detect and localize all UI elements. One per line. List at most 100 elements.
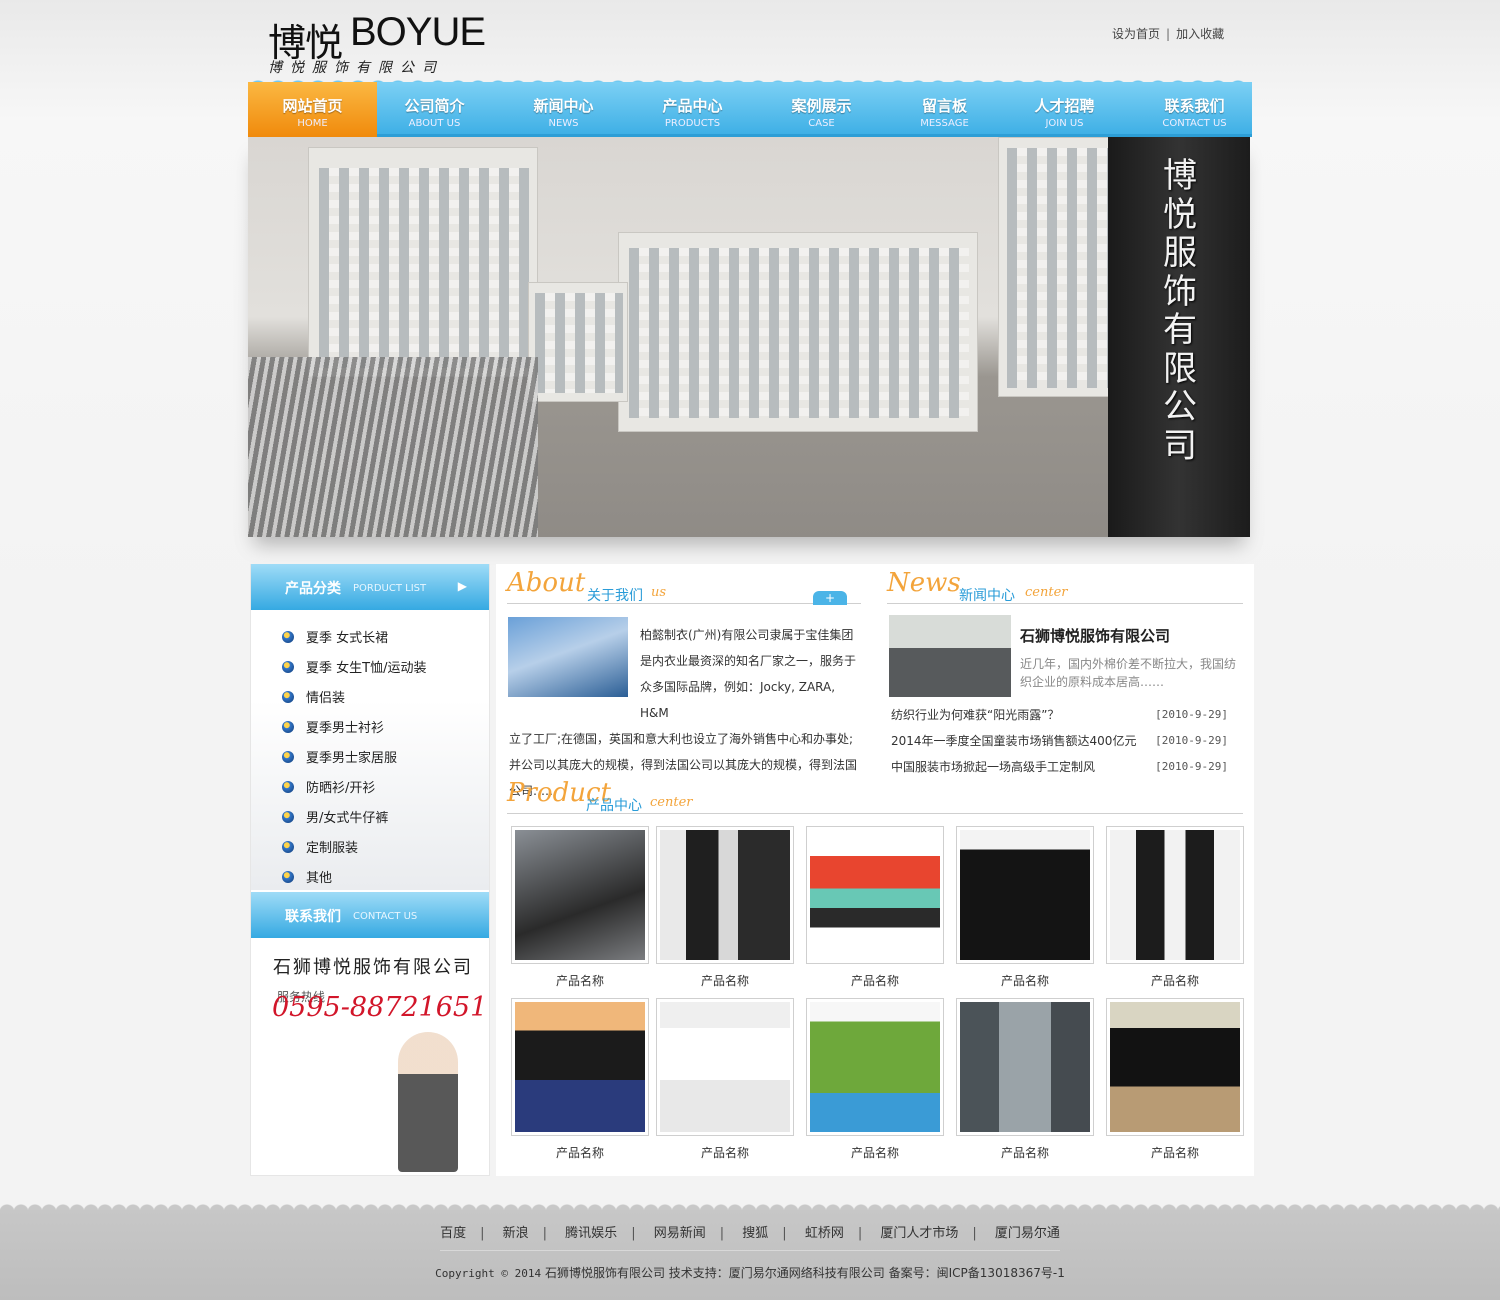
product-card[interactable]: 产品名称 xyxy=(1106,826,1244,989)
product-name[interactable]: 产品名称 xyxy=(656,1144,794,1161)
product-thumbnail[interactable] xyxy=(956,998,1094,1136)
product-name[interactable]: 产品名称 xyxy=(806,1144,944,1161)
product-thumbnail[interactable] xyxy=(656,998,794,1136)
banner-sign-text: 博悦服饰有限公司 xyxy=(1163,156,1197,466)
product-thumbnail[interactable] xyxy=(806,998,944,1136)
about-big-title: About xyxy=(507,568,586,598)
product-card[interactable]: 产品名称 xyxy=(806,998,944,1161)
product-card[interactable]: 产品名称 xyxy=(656,998,794,1161)
nav-sublabel: NEWS xyxy=(548,118,579,129)
product-thumbnail[interactable] xyxy=(1106,998,1244,1136)
banner-gate xyxy=(248,357,538,537)
product-image xyxy=(660,830,790,960)
product-image xyxy=(960,1002,1090,1132)
news-headline[interactable]: 石狮博悦服饰有限公司 xyxy=(1020,625,1170,646)
category-item[interactable]: 情侣装 xyxy=(282,684,482,714)
product-card[interactable]: 产品名称 xyxy=(806,826,944,989)
products-subtitle: center xyxy=(650,795,693,810)
user-icon xyxy=(282,631,294,643)
arrow-right-icon[interactable]: ▶ xyxy=(458,579,467,593)
footer-link[interactable]: 厦门易尔通 xyxy=(995,1226,1060,1241)
footer-link[interactable]: 新浪 xyxy=(503,1226,529,1241)
category-label: 防晒衫/开衫 xyxy=(306,781,376,796)
product-name[interactable]: 产品名称 xyxy=(956,972,1094,989)
product-thumbnail[interactable] xyxy=(656,826,794,964)
footer-separator: | xyxy=(972,1226,977,1241)
contact-header: 联系我们 CONTACT US xyxy=(251,892,489,938)
about-text: 柏懿制衣(广州)有限公司隶属于宝佳集团 是内衣业最资深的知名厂家之一，服务于 众… xyxy=(509,622,861,804)
category-label: 定制服装 xyxy=(306,841,359,856)
product-thumbnail[interactable] xyxy=(1106,826,1244,964)
category-item[interactable]: 夏季 女式长裙 xyxy=(282,624,482,654)
product-name[interactable]: 产品名称 xyxy=(656,972,794,989)
category-item[interactable]: 其他 xyxy=(282,864,482,894)
category-item[interactable]: 夏季男士家居服 xyxy=(282,744,482,774)
about-subtitle: us xyxy=(651,585,667,600)
user-icon xyxy=(282,751,294,763)
footer-link[interactable]: 网易新闻 xyxy=(654,1226,706,1241)
product-thumbnail[interactable] xyxy=(511,998,649,1136)
product-card[interactable]: 产品名称 xyxy=(956,998,1094,1161)
news-subtitle: center xyxy=(1025,585,1068,600)
product-card[interactable]: 产品名称 xyxy=(1106,998,1244,1161)
nav-label: 案例展示 xyxy=(791,97,852,115)
news-item[interactable]: 2014年一季度全国童装市场销售额达400亿元 [2010-9-29] xyxy=(891,728,1236,754)
contact-subtitle: CONTACT US xyxy=(353,911,418,922)
nav-sublabel: CONTACT US xyxy=(1162,118,1227,129)
footer-separator: | xyxy=(480,1226,485,1241)
nav-item-case[interactable]: 案例展示 CASE xyxy=(757,82,886,137)
icp-number: 备案号：闽ICP备13018367号-1 xyxy=(888,1266,1065,1280)
product-thumbnail[interactable] xyxy=(806,826,944,964)
nav-sublabel: JOIN US xyxy=(1045,118,1084,129)
main-nav: 网站首页 HOME 公司简介 ABOUT US 新闻中心 NEWS 产品中心 PRODU… xyxy=(248,82,1252,137)
top-links-separator: | xyxy=(1166,27,1171,41)
product-name[interactable]: 产品名称 xyxy=(956,1144,1094,1161)
product-card[interactable]: 产品名称 xyxy=(656,826,794,989)
nav-item-products[interactable]: 产品中心 PRODUCTS xyxy=(628,82,757,137)
nav-sublabel: HOME xyxy=(297,118,328,129)
category-item[interactable]: 夏季 女生T恤/运动装 xyxy=(282,654,482,684)
category-item[interactable]: 定制服装 xyxy=(282,834,482,864)
product-name[interactable]: 产品名称 xyxy=(511,972,649,989)
nav-item-home[interactable]: 网站首页 HOME xyxy=(248,82,377,137)
footer-link[interactable]: 虹桥网 xyxy=(805,1226,844,1241)
product-card[interactable]: 产品名称 xyxy=(956,826,1094,989)
product-image xyxy=(515,830,645,960)
copyright-company: 石狮博悦服饰有限公司 xyxy=(544,1266,665,1280)
news-item[interactable]: 中国服装市场掀起一场高级手工定制风 [2010-9-29] xyxy=(891,754,1236,780)
product-thumbnail[interactable] xyxy=(511,826,649,964)
banner-sign: 博悦服饰有限公司 xyxy=(1108,137,1250,537)
nav-item-news[interactable]: 新闻中心 NEWS xyxy=(499,82,628,137)
product-name[interactable]: 产品名称 xyxy=(1106,972,1244,989)
category-list: 夏季 女式长裙 夏季 女生T恤/运动装 情侣装 夏季男士衬衫 夏季男士家居服 防… xyxy=(282,624,482,894)
add-favorite-link[interactable]: 加入收藏 xyxy=(1176,27,1224,41)
category-item[interactable]: 男/女式牛仔裤 xyxy=(282,804,482,834)
product-thumbnail[interactable] xyxy=(956,826,1094,964)
nav-item-join[interactable]: 人才招聘 JOIN US xyxy=(1000,82,1129,137)
footer-link[interactable]: 搜狐 xyxy=(742,1226,768,1241)
set-homepage-link[interactable]: 设为首页 xyxy=(1112,27,1160,41)
product-name[interactable]: 产品名称 xyxy=(1106,1144,1244,1161)
product-name[interactable]: 产品名称 xyxy=(511,1144,649,1161)
category-item[interactable]: 防晒衫/开衫 xyxy=(282,774,482,804)
user-icon xyxy=(282,871,294,883)
nav-label: 公司简介 xyxy=(404,97,465,115)
footer-link[interactable]: 厦门人才市场 xyxy=(880,1226,958,1241)
footer-link[interactable]: 腾讯娱乐 xyxy=(565,1226,617,1241)
about-text-line: 众多国际品牌，例如：Jocky, ZARA, H&M xyxy=(640,680,836,720)
about-more-button[interactable]: + xyxy=(813,591,847,605)
products-title: 产品中心 xyxy=(586,798,642,814)
footer-link[interactable]: 百度 xyxy=(440,1226,466,1241)
banner-building-small xyxy=(528,282,628,402)
product-card[interactable]: 产品名称 xyxy=(511,826,649,989)
contact-title: 联系我们 xyxy=(285,909,341,925)
nav-item-about[interactable]: 公司简介 ABOUT US xyxy=(370,82,499,137)
nav-item-contact[interactable]: 联系我们 CONTACT US xyxy=(1130,82,1259,137)
news-header: News 新闻中心 center xyxy=(887,568,1243,604)
category-item[interactable]: 夏季男士衬衫 xyxy=(282,714,482,744)
product-card[interactable]: 产品名称 xyxy=(511,998,649,1161)
category-label: 夏季 女式长裙 xyxy=(306,631,389,646)
nav-item-message[interactable]: 留言板 MESSAGE xyxy=(880,82,1009,137)
news-item[interactable]: 纺织行业为何难获“阳光雨露”？ [2010-9-29] xyxy=(891,702,1236,728)
product-name[interactable]: 产品名称 xyxy=(806,972,944,989)
